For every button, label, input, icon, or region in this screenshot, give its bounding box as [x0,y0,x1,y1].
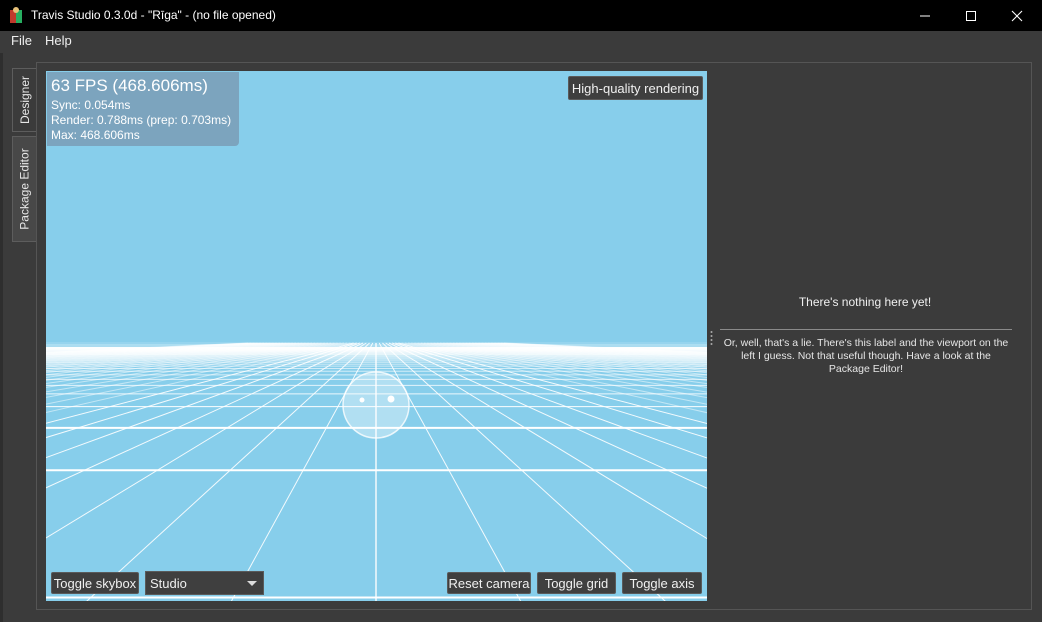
grid-line [46,342,361,459]
grid-line [46,342,351,413]
menu-file[interactable]: File [9,33,34,48]
grid-line [395,342,707,439]
app-icon [10,7,22,23]
maximize-icon [966,10,976,21]
tab-package-editor-label: Package Editor [18,148,33,230]
grid-line [46,342,332,381]
skybox-select[interactable]: Studio [145,571,264,595]
grid-line [414,342,707,389]
stats-overlay: 63 FPS (468.606ms) Sync: 0.054ms Render:… [47,72,239,146]
grid-line [398,342,707,425]
maximize-button[interactable] [948,0,994,31]
viewport-scene [46,342,707,601]
grid-line [407,342,707,399]
toggle-skybox-button[interactable]: Toggle skybox [51,572,139,594]
grid-line [391,342,707,459]
grid-line [423,342,707,378]
chevron-down-icon [247,581,257,586]
fps-label: 63 FPS (468.606ms) [51,76,208,95]
high-quality-rendering-button[interactable]: High-quality rendering [568,76,703,100]
grid-line [86,342,370,601]
grid-line [46,342,335,385]
close-icon [1011,10,1023,21]
menu-help[interactable]: Help [43,33,74,48]
grid-line [420,342,707,381]
grid-line [478,342,707,357]
window-title: Travis Studio 0.3.0d - "Rīga" - (no file… [31,8,276,22]
right-panel-description: Or, well, that's a lie. There's this lab… [723,337,1009,375]
grid-line [494,342,707,354]
grid-line [46,342,249,353]
skybox-select-value: Studio [150,576,187,591]
grid-line [46,342,345,398]
grid-line [46,342,357,439]
grid-line [497,342,707,354]
grid-line [46,342,338,388]
grid-line [46,342,354,424]
grid-line [46,342,322,374]
grid-line [46,342,258,354]
sphere-object[interactable] [342,371,410,439]
render-label: Render: 0.788ms (prep: 0.703ms) [51,113,232,127]
grid-line [427,342,707,376]
grid-line [503,342,707,353]
grid-line [46,342,252,354]
grid-line [46,342,341,393]
sphere-mark [387,395,395,403]
max-label: Max: 468.606ms [51,128,140,142]
splitter-handle[interactable] [710,330,713,346]
right-panel-title: There's nothing here yet! [798,295,932,309]
right-panel-divider [720,329,1012,330]
grid-line [378,342,522,601]
grid-line [500,342,707,354]
grid-line [46,342,255,354]
tab-package-editor[interactable]: Package Editor [12,136,38,242]
grid-line [46,342,329,378]
reset-camera-button[interactable]: Reset camera [447,572,531,594]
minimize-icon [920,15,930,16]
tab-designer[interactable]: Designer [12,68,38,132]
sync-label: Sync: 0.054ms [51,98,131,112]
grid-line [230,342,374,601]
sphere-mark [359,397,365,403]
toggle-grid-button[interactable]: Toggle grid [537,572,616,594]
tab-designer-label: Designer [18,75,32,125]
grid-line [401,342,707,414]
toggle-axis-button[interactable]: Toggle axis [622,572,702,594]
grid-line [411,342,707,393]
title-bar: Travis Studio 0.3.0d - "Rīga" - (no file… [0,0,1042,31]
window-left-edge [0,53,3,622]
grid-line [382,342,666,601]
grid-line [46,342,325,376]
3d-viewport[interactable]: 63 FPS (468.606ms) Sync: 0.054ms Render:… [46,71,707,601]
close-button[interactable] [994,0,1040,31]
grid-line [417,342,707,385]
minimize-button[interactable] [902,0,948,31]
menu-bar: File Help [0,31,1042,53]
